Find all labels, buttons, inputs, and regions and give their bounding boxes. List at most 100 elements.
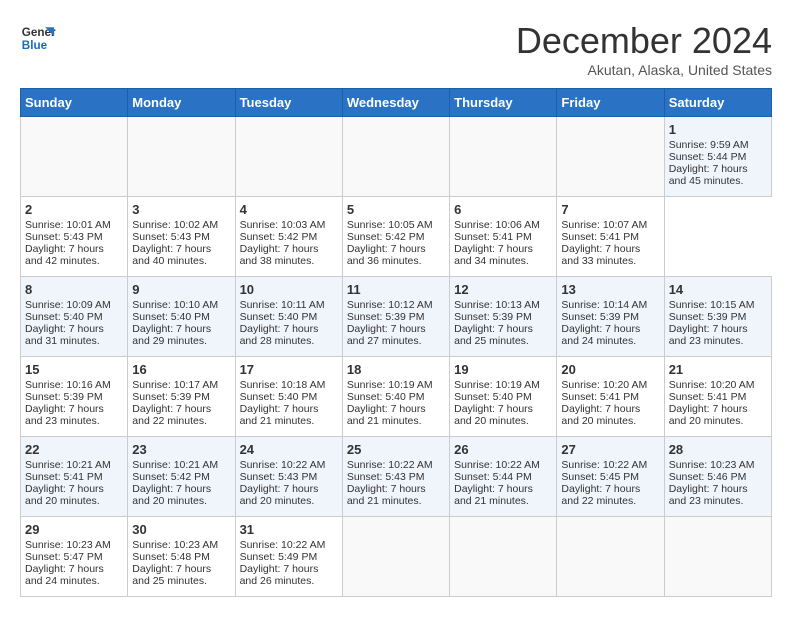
day-number: 4 [240, 202, 338, 217]
sunset: Sunset: 5:47 PM [25, 551, 103, 563]
sunset: Sunset: 5:39 PM [669, 311, 747, 323]
sunrise: Sunrise: 10:06 AM [454, 219, 540, 231]
calendar-cell: 26Sunrise: 10:22 AMSunset: 5:44 PMDaylig… [450, 437, 557, 517]
daylight: Daylight: 7 hours and 21 minutes. [454, 483, 533, 507]
sunrise: Sunrise: 10:13 AM [454, 299, 540, 311]
empty-cell [342, 117, 449, 197]
calendar-cell: 7Sunrise: 10:07 AMSunset: 5:41 PMDayligh… [557, 197, 664, 277]
sunset: Sunset: 5:40 PM [240, 311, 318, 323]
daylight: Daylight: 7 hours and 38 minutes. [240, 243, 319, 267]
day-number: 28 [669, 442, 767, 457]
sunrise: Sunrise: 10:21 AM [25, 459, 111, 471]
page-header: General Blue December 2024 Akutan, Alask… [20, 20, 772, 78]
day-number: 5 [347, 202, 445, 217]
daylight: Daylight: 7 hours and 25 minutes. [454, 323, 533, 347]
day-header-sunday: Sunday [21, 89, 128, 117]
daylight: Daylight: 7 hours and 26 minutes. [240, 563, 319, 587]
sunrise: Sunrise: 10:05 AM [347, 219, 433, 231]
sunset: Sunset: 5:39 PM [561, 311, 639, 323]
sunrise: Sunrise: 10:22 AM [454, 459, 540, 471]
daylight: Daylight: 7 hours and 45 minutes. [669, 163, 748, 187]
sunset: Sunset: 5:40 PM [25, 311, 103, 323]
sunset: Sunset: 5:41 PM [25, 471, 103, 483]
days-header-row: SundayMondayTuesdayWednesdayThursdayFrid… [21, 89, 772, 117]
day-number: 21 [669, 362, 767, 377]
sunset: Sunset: 5:42 PM [347, 231, 425, 243]
sunrise: Sunrise: 10:20 AM [561, 379, 647, 391]
sunrise: Sunrise: 10:17 AM [132, 379, 218, 391]
sunrise: Sunrise: 10:18 AM [240, 379, 326, 391]
sunset: Sunset: 5:40 PM [454, 391, 532, 403]
calendar-cell: 17Sunrise: 10:18 AMSunset: 5:40 PMDaylig… [235, 357, 342, 437]
daylight: Daylight: 7 hours and 33 minutes. [561, 243, 640, 267]
daylight: Daylight: 7 hours and 27 minutes. [347, 323, 426, 347]
calendar-cell [342, 517, 449, 597]
day-number: 23 [132, 442, 230, 457]
daylight: Daylight: 7 hours and 22 minutes. [132, 403, 211, 427]
empty-cell [557, 117, 664, 197]
day-header-tuesday: Tuesday [235, 89, 342, 117]
sunset: Sunset: 5:41 PM [561, 391, 639, 403]
week-row: 22Sunrise: 10:21 AMSunset: 5:41 PMDaylig… [21, 437, 772, 517]
day-number: 11 [347, 282, 445, 297]
daylight: Daylight: 7 hours and 42 minutes. [25, 243, 104, 267]
day-number: 2 [25, 202, 123, 217]
sunset: Sunset: 5:41 PM [561, 231, 639, 243]
sunset: Sunset: 5:45 PM [561, 471, 639, 483]
calendar-cell: 3Sunrise: 10:02 AMSunset: 5:43 PMDayligh… [128, 197, 235, 277]
daylight: Daylight: 7 hours and 20 minutes. [25, 483, 104, 507]
sunrise: Sunrise: 10:22 AM [561, 459, 647, 471]
calendar-cell: 25Sunrise: 10:22 AMSunset: 5:43 PMDaylig… [342, 437, 449, 517]
sunrise: Sunrise: 10:15 AM [669, 299, 755, 311]
sunrise: Sunrise: 10:12 AM [347, 299, 433, 311]
day-number: 1 [669, 122, 767, 137]
calendar-cell: 16 Sunrise: 10:17 AMSunset: 5:39 PMDaylig… [128, 357, 235, 437]
day-number: 10 [240, 282, 338, 297]
day-number: 27 [561, 442, 659, 457]
calendar-cell: 23Sunrise: 10:21 AMSunset: 5:42 PMDaylig… [128, 437, 235, 517]
sunset: Sunset: 5:39 PM [25, 391, 103, 403]
sunset: Sunset: 5:44 PM [669, 151, 747, 163]
day-header-saturday: Saturday [664, 89, 771, 117]
calendar-cell [450, 517, 557, 597]
day-number: 9 [132, 282, 230, 297]
empty-cell [128, 117, 235, 197]
sunset: Sunset: 5:39 PM [132, 391, 210, 403]
daylight: Daylight: 7 hours and 21 minutes. [347, 403, 426, 427]
calendar-cell: 24Sunrise: 10:22 AMSunset: 5:43 PMDaylig… [235, 437, 342, 517]
calendar-cell: 29Sunrise: 10:23 AMSunset: 5:47 PMDaylig… [21, 517, 128, 597]
calendar-cell: 21Sunrise: 10:20 AMSunset: 5:41 PMDaylig… [664, 357, 771, 437]
sunset: Sunset: 5:42 PM [240, 231, 318, 243]
sunrise: Sunrise: 10:19 AM [454, 379, 540, 391]
daylight: Daylight: 7 hours and 22 minutes. [561, 483, 640, 507]
daylight: Daylight: 7 hours and 20 minutes. [669, 403, 748, 427]
calendar-cell: 30Sunrise: 10:23 AMSunset: 5:48 PMDaylig… [128, 517, 235, 597]
day-number: 14 [669, 282, 767, 297]
day-number: 13 [561, 282, 659, 297]
day-number: 8 [25, 282, 123, 297]
daylight: Daylight: 7 hours and 31 minutes. [25, 323, 104, 347]
day-number: 30 [132, 522, 230, 537]
day-number: 3 [132, 202, 230, 217]
week-row: 15Sunrise: 10:16 AMSunset: 5:39 PMDaylig… [21, 357, 772, 437]
sunrise: Sunrise: 10:16 AM [25, 379, 111, 391]
sunrise: Sunrise: 10:23 AM [25, 539, 111, 551]
daylight: Daylight: 7 hours and 24 minutes. [25, 563, 104, 587]
day-number: 16 [132, 362, 230, 377]
sunrise: Sunrise: 10:23 AM [132, 539, 218, 551]
svg-text:Blue: Blue [22, 39, 48, 52]
sunrise: Sunrise: 10:10 AM [132, 299, 218, 311]
calendar-cell: 8Sunrise: 10:09 AMSunset: 5:40 PMDayligh… [21, 277, 128, 357]
sunset: Sunset: 5:46 PM [669, 471, 747, 483]
calendar-cell: 15Sunrise: 10:16 AMSunset: 5:39 PMDaylig… [21, 357, 128, 437]
daylight: Daylight: 7 hours and 21 minutes. [347, 483, 426, 507]
daylight: Daylight: 7 hours and 40 minutes. [132, 243, 211, 267]
calendar-cell: 1Sunrise: 9:59 AMSunset: 5:44 PMDaylight… [664, 117, 771, 197]
sunset: Sunset: 5:49 PM [240, 551, 318, 563]
daylight: Daylight: 7 hours and 20 minutes. [561, 403, 640, 427]
sunset: Sunset: 5:40 PM [347, 391, 425, 403]
sunset: Sunset: 5:43 PM [132, 231, 210, 243]
title-block: December 2024 Akutan, Alaska, United Sta… [516, 20, 772, 78]
daylight: Daylight: 7 hours and 20 minutes. [240, 483, 319, 507]
sunset: Sunset: 5:42 PM [132, 471, 210, 483]
